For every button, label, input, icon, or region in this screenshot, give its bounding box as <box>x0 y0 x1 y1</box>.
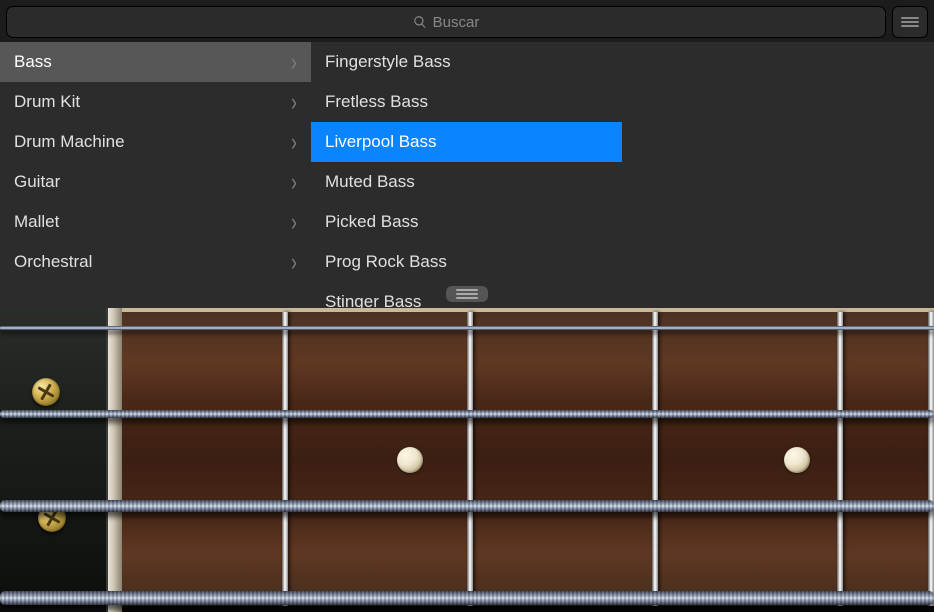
app-root: Buscar Bass › Drum Kit › Drum Machine › … <box>0 0 934 612</box>
fret-marker <box>652 312 658 606</box>
preset-label: Liverpool Bass <box>325 132 437 152</box>
preset-label: Stinger Bass <box>325 292 421 308</box>
search-input[interactable]: Buscar <box>6 6 886 38</box>
fret-marker <box>837 312 843 606</box>
preset-row-picked-bass[interactable]: Picked Bass <box>311 202 622 242</box>
preset-label: Muted Bass <box>325 172 415 192</box>
bass-instrument[interactable] <box>0 308 934 612</box>
preset-row-prog-rock-bass[interactable]: Prog Rock Bass <box>311 242 622 282</box>
tuner-screw-icon <box>38 504 66 532</box>
fret-inlay-icon <box>784 447 810 473</box>
category-label: Orchestral <box>14 252 92 272</box>
fret-marker <box>282 312 288 606</box>
preset-row-fingerstyle-bass[interactable]: Fingerstyle Bass <box>311 42 622 82</box>
search-placeholder: Buscar <box>433 14 480 31</box>
category-row-orchestral[interactable]: Orchestral › <box>0 242 311 282</box>
category-row-bass[interactable]: Bass › <box>0 42 311 82</box>
preset-row-fretless-bass[interactable]: Fretless Bass <box>311 82 622 122</box>
category-row-guitar[interactable]: Guitar › <box>0 162 311 202</box>
preset-label: Fingerstyle Bass <box>325 52 451 72</box>
fret-marker <box>467 312 473 606</box>
preset-row-muted-bass[interactable]: Muted Bass <box>311 162 622 202</box>
bass-headstock <box>0 308 106 612</box>
category-row-mallet[interactable]: Mallet › <box>0 202 311 242</box>
chevron-right-icon: › <box>291 167 297 196</box>
category-row-drum-kit[interactable]: Drum Kit › <box>0 82 311 122</box>
category-label: Mallet <box>14 212 59 232</box>
preset-row-liverpool-bass[interactable]: Liverpool Bass <box>311 122 622 162</box>
hamburger-icon <box>901 17 919 27</box>
category-row-drum-machine[interactable]: Drum Machine › <box>0 122 311 162</box>
search-icon <box>413 15 427 29</box>
preset-label: Picked Bass <box>325 212 419 232</box>
bass-fretboard[interactable] <box>122 308 934 612</box>
chevron-right-icon: › <box>291 127 297 156</box>
category-column: Bass › Drum Kit › Drum Machine › Guitar … <box>0 42 311 308</box>
category-label: Guitar <box>14 172 60 192</box>
preset-label: Prog Rock Bass <box>325 252 447 272</box>
preset-label: Fretless Bass <box>325 92 428 112</box>
preset-column: Fingerstyle Bass Fretless Bass Liverpool… <box>311 42 622 308</box>
browser-drag-handle[interactable] <box>446 286 488 302</box>
fret-inlay-icon <box>397 447 423 473</box>
chevron-right-icon: › <box>291 247 297 276</box>
tuner-screw-icon <box>32 378 60 406</box>
chevron-right-icon: › <box>291 87 297 116</box>
fret-marker <box>928 312 934 606</box>
sound-browser: Bass › Drum Kit › Drum Machine › Guitar … <box>0 42 934 308</box>
category-label: Drum Kit <box>14 92 80 112</box>
chevron-right-icon: › <box>291 207 297 236</box>
top-bar: Buscar <box>0 0 934 44</box>
list-view-toggle[interactable] <box>892 6 928 38</box>
category-label: Bass <box>14 52 52 72</box>
chevron-right-icon: › <box>291 47 297 76</box>
category-label: Drum Machine <box>14 132 125 152</box>
